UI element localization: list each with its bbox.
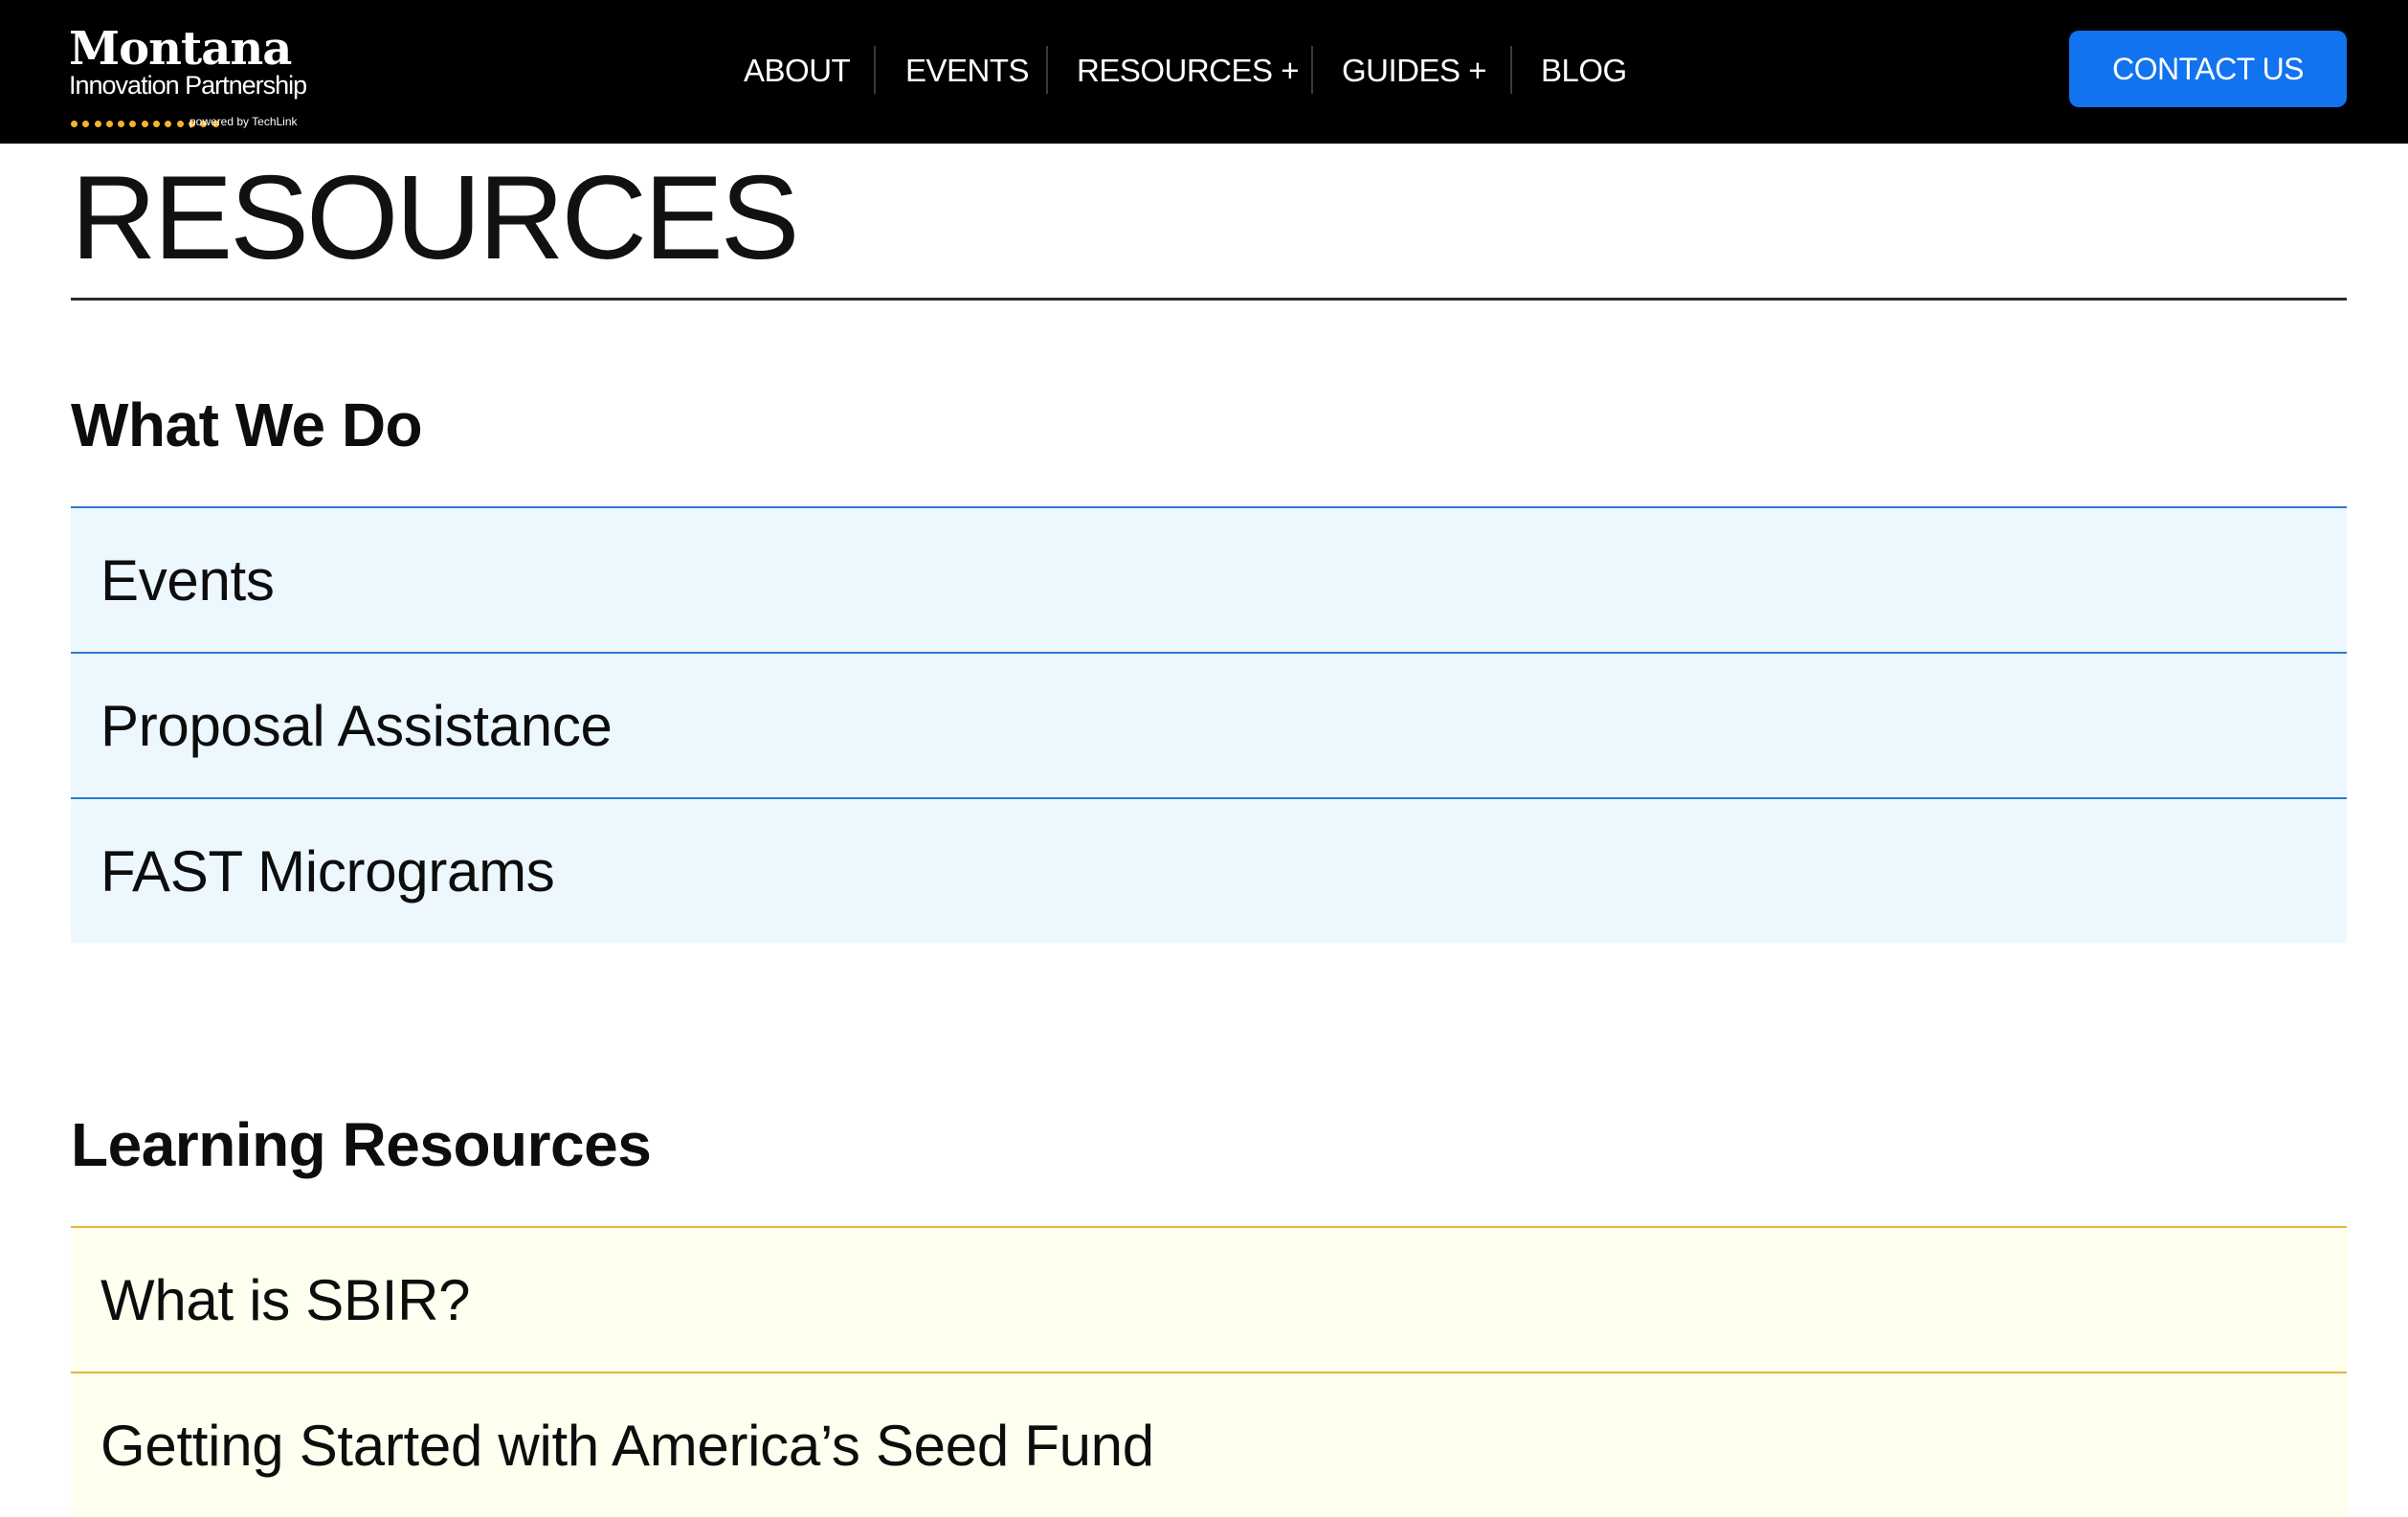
nav-guides[interactable]: GUIDES + [1342,42,1486,100]
list-item-proposal-assistance[interactable]: Proposal Assistance [71,652,2347,797]
nav-blog[interactable]: BLOG [1541,42,1627,100]
list-item-what-is-sbir[interactable]: What is SBIR? [71,1226,2347,1372]
nav-events[interactable]: EVENTS [905,42,1030,100]
contact-us-button[interactable]: CONTACT US [2069,31,2347,107]
nav-divider [1510,46,1512,94]
title-divider [71,298,2347,301]
nav-resources[interactable]: RESOURCES + [1077,42,1299,100]
learning-resources-list: What is SBIR? Getting Started with Ameri… [71,1226,2347,1517]
nav-about[interactable]: ABOUT [744,42,851,100]
page-title: RESOURCES [71,152,799,284]
section-heading-learning-resources: Learning Resources [71,1110,652,1179]
nav-divider [1046,46,1048,94]
main-nav: ABOUT EVENTS RESOURCES + GUIDES + BLOG [0,42,2408,100]
nav-divider [874,46,876,94]
logo-powered-by: powered by TechLink [190,115,298,128]
what-we-do-list: Events Proposal Assistance FAST Microgra… [71,506,2347,943]
site-header: Montana Innovation Partnership powered b… [0,0,2408,144]
nav-divider [1311,46,1313,94]
list-item-getting-started[interactable]: Getting Started with America’s Seed Fund [71,1372,2347,1517]
list-item-events[interactable]: Events [71,506,2347,652]
section-heading-what-we-do: What We Do [71,390,423,459]
list-item-fast-micrograms[interactable]: FAST Micrograms [71,797,2347,943]
